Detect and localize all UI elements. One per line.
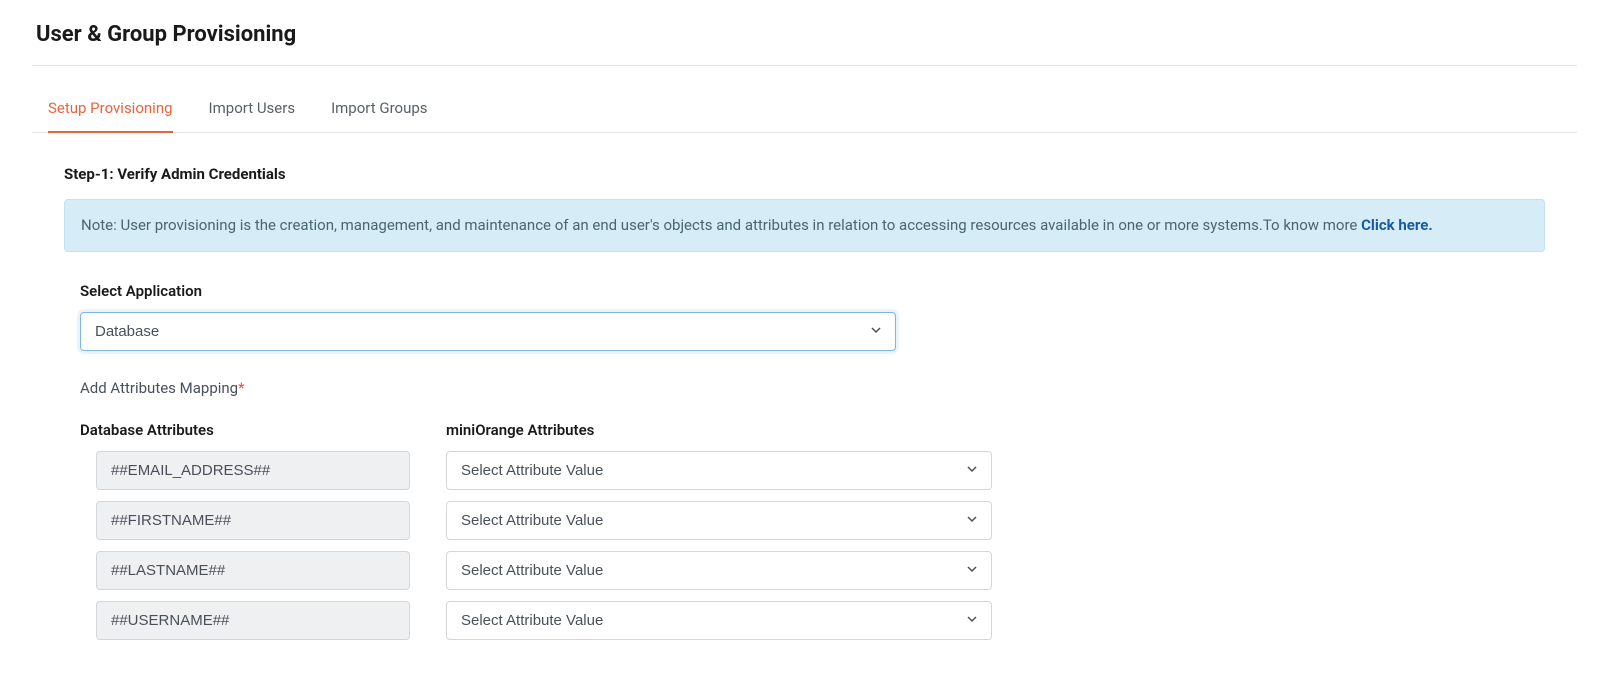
- tabs: Setup Provisioning Import Users Import G…: [32, 98, 1577, 133]
- mo-attribute-select[interactable]: Select Attribute Value: [446, 551, 992, 590]
- db-attribute-input[interactable]: [96, 551, 410, 590]
- database-attributes-header: Database Attributes: [80, 421, 410, 439]
- select-application-label: Select Application: [80, 282, 1545, 300]
- page-title: User & Group Provisioning: [32, 0, 1577, 66]
- step-heading: Step-1: Verify Admin Credentials: [64, 165, 1545, 183]
- tab-setup-provisioning[interactable]: Setup Provisioning: [48, 99, 173, 133]
- tab-import-groups[interactable]: Import Groups: [331, 99, 427, 133]
- db-attribute-input[interactable]: [96, 601, 410, 640]
- db-attribute-input[interactable]: [96, 501, 410, 540]
- note-text: Note: User provisioning is the creation,…: [81, 216, 1361, 234]
- note-link[interactable]: Click here.: [1361, 216, 1433, 234]
- mo-attribute-select[interactable]: Select Attribute Value: [446, 501, 992, 540]
- mo-attribute-select[interactable]: Select Attribute Value: [446, 451, 992, 490]
- select-application[interactable]: Database: [80, 312, 896, 351]
- miniorange-attributes-header: miniOrange Attributes: [446, 421, 992, 439]
- db-attribute-input[interactable]: [96, 451, 410, 490]
- note-box: Note: User provisioning is the creation,…: [64, 199, 1545, 252]
- mo-attribute-select[interactable]: Select Attribute Value: [446, 601, 992, 640]
- attributes-mapping-label: Add Attributes Mapping*: [64, 379, 1545, 397]
- required-star: *: [238, 379, 244, 397]
- tab-import-users[interactable]: Import Users: [209, 99, 296, 133]
